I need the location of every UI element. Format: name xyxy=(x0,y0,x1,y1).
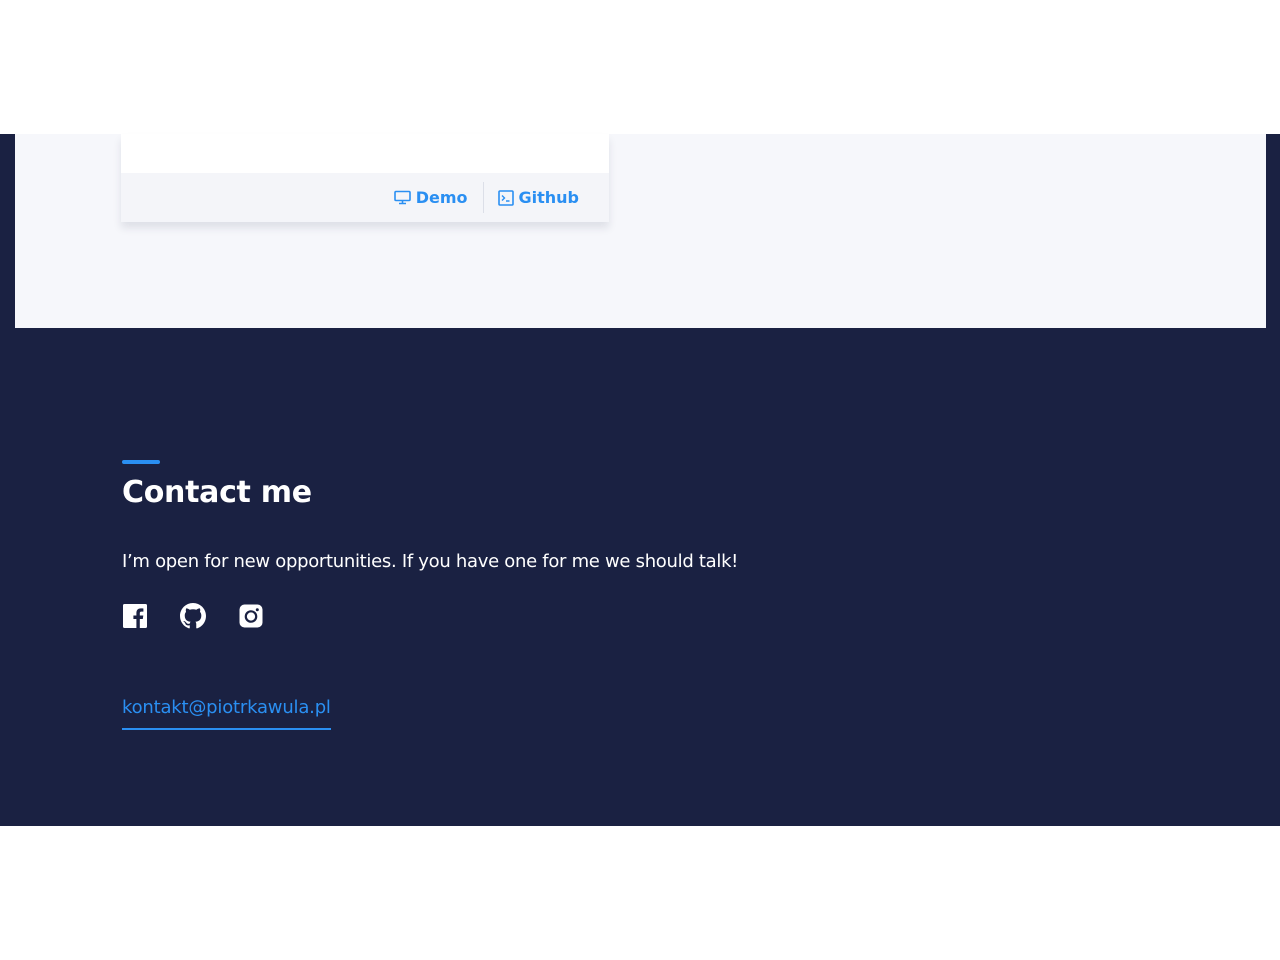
instagram-link[interactable] xyxy=(238,603,264,629)
project-card: Demo Github xyxy=(121,134,609,222)
facebook-icon xyxy=(123,604,147,628)
github-label: Github xyxy=(518,188,580,207)
contact-text: I’m open for new opportunities. If you h… xyxy=(122,551,739,572)
page: Demo Github Contact me I’m open for new … xyxy=(0,0,1280,960)
github-icon xyxy=(180,603,206,629)
email-link[interactable]: kontakt@piotrkawula.pl xyxy=(122,696,331,730)
demo-link[interactable]: Demo xyxy=(393,188,468,207)
monitor-icon xyxy=(393,190,411,205)
contact-section: Contact me I’m open for new opportunitie… xyxy=(122,460,1022,730)
terminal-icon xyxy=(497,189,514,206)
github-social-link[interactable] xyxy=(180,603,206,629)
title-accent-bar xyxy=(122,460,160,464)
demo-label: Demo xyxy=(415,188,468,207)
social-links xyxy=(122,603,1022,629)
footer-divider xyxy=(482,182,484,213)
instagram-icon xyxy=(239,604,263,628)
facebook-link[interactable] xyxy=(122,603,148,629)
contact-title: Contact me xyxy=(122,475,312,510)
project-card-footer: Demo Github xyxy=(121,173,609,222)
projects-section: Demo Github xyxy=(15,134,1266,328)
github-link[interactable]: Github xyxy=(497,188,580,207)
